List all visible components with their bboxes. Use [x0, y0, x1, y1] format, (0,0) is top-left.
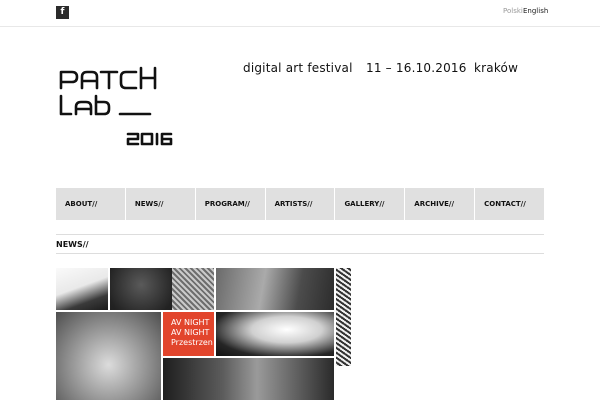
- tagline-dates: 11 – 16.10.2016: [366, 61, 467, 75]
- section-title: NEWS//: [56, 240, 89, 249]
- nav-item-about[interactable]: ABOUT//: [56, 188, 126, 220]
- news-image-7[interactable]: [216, 312, 334, 356]
- news-image-2[interactable]: [110, 268, 214, 310]
- news-image-4[interactable]: [336, 268, 351, 366]
- nav-item-program[interactable]: PROGRAM//: [196, 188, 266, 220]
- nav-item-archive[interactable]: ARCHIVE//: [405, 188, 476, 220]
- poster-text-line-2: AV NIGHT: [171, 328, 210, 337]
- patch-lab-logo-graphic: [59, 66, 173, 146]
- tagline-festival: digital art festival: [243, 61, 353, 75]
- tagline-city: kraków: [474, 61, 519, 75]
- language-english-link[interactable]: English: [523, 7, 548, 16]
- main-navigation: ABOUT// NEWS// PROGRAM// ARTISTS// GALLE…: [56, 188, 544, 220]
- nav-item-artists[interactable]: ARTISTS//: [266, 188, 336, 220]
- news-image-8[interactable]: [163, 358, 334, 400]
- language-polski-link[interactable]: Polski: [503, 7, 523, 16]
- nav-item-contact[interactable]: CONTACT//: [475, 188, 544, 220]
- divider: [56, 253, 544, 254]
- poster-text-line-1: AV NIGHT: [171, 318, 210, 327]
- poster-text-line-3: Przestrzen: [171, 338, 213, 347]
- site-logo[interactable]: [58, 62, 188, 150]
- news-image-3[interactable]: [216, 268, 334, 310]
- divider: [56, 234, 544, 235]
- news-poster-av-night[interactable]: AV NIGHT AV NIGHT Przestrzen: [163, 312, 214, 356]
- news-image-1[interactable]: [56, 268, 108, 310]
- nav-item-gallery[interactable]: GALLERY//: [335, 188, 406, 220]
- news-image-5[interactable]: [56, 312, 161, 400]
- top-bar: f Polski English: [0, 0, 600, 27]
- nav-item-news[interactable]: NEWS//: [126, 188, 196, 220]
- facebook-icon[interactable]: f: [56, 6, 69, 19]
